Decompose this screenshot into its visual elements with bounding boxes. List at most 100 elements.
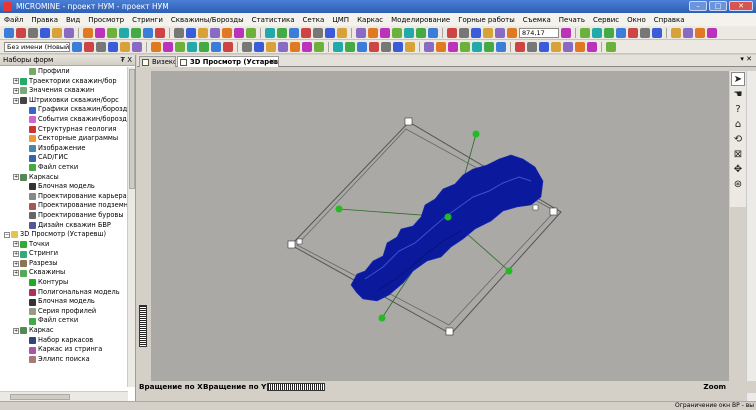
center-handle[interactable]	[444, 213, 452, 221]
menu-item[interactable]: Статистика	[252, 16, 295, 24]
toolbar-button-icon[interactable]	[175, 41, 185, 52]
toolbar-button-icon[interactable]	[380, 27, 390, 38]
toolbar-button-icon[interactable]	[606, 41, 616, 52]
menu-item[interactable]: Просмотр	[88, 16, 124, 24]
3d-scene[interactable]	[151, 71, 729, 381]
tree-expander-icon[interactable]: +	[13, 327, 19, 334]
tree-item[interactable]: Контуры	[0, 278, 128, 288]
toolbar-button-icon[interactable]	[551, 41, 561, 52]
toolbar-button-icon[interactable]	[472, 41, 482, 52]
toolbar-button-icon[interactable]	[301, 27, 311, 38]
toolbar-button-icon[interactable]	[234, 27, 244, 38]
tree-expander-icon[interactable]: +	[13, 260, 19, 267]
tree-item[interactable]: + Каркас	[0, 326, 128, 336]
tree-item[interactable]: Графики скважин/борозд	[0, 105, 128, 115]
toolbar-button-icon[interactable]	[120, 41, 130, 52]
toolbar-button-icon[interactable]	[72, 41, 82, 52]
tab-close-icon[interactable]: ✕	[269, 57, 275, 67]
toolbar-button-icon[interactable]	[107, 27, 117, 38]
tree-item[interactable]: + Скважины	[0, 268, 128, 278]
close-all-icon[interactable]: ▾ ✕	[740, 55, 752, 63]
toolbar-button-icon[interactable]	[483, 27, 493, 38]
tree-item[interactable]: Эллипс поиска	[0, 355, 128, 365]
tree-item[interactable]: + Траектории скважин/бор	[0, 77, 128, 87]
toolbar-button-icon[interactable]	[369, 41, 379, 52]
tree-item[interactable]: Набор каркасов	[0, 336, 128, 346]
tree-expander-icon[interactable]: +	[13, 78, 19, 85]
menu-item[interactable]: ЦМП	[332, 16, 349, 24]
tree-vertical-scrollbar[interactable]	[127, 67, 135, 387]
tree-item[interactable]: Проектирование подземн	[0, 201, 128, 211]
orbit-icon[interactable]: ⊛	[731, 177, 745, 191]
toolbar-button-icon[interactable]	[563, 41, 573, 52]
toolbar-button-icon[interactable]	[174, 27, 184, 38]
tree-item[interactable]: CAD/ГИС	[0, 153, 128, 163]
vertical-rotation-control[interactable]	[139, 305, 147, 347]
tree-item[interactable]: Файл сетки	[0, 316, 128, 326]
corner-handle[interactable]	[445, 327, 454, 336]
toolbar-button-icon[interactable]	[495, 27, 505, 38]
tree-item[interactable]: − 3D Просмотр (Устаревш)	[0, 230, 128, 240]
rotation-handle[interactable]	[378, 314, 386, 322]
rotate-view-icon[interactable]: ⟲	[731, 132, 745, 146]
toolbar-button-icon[interactable]	[199, 41, 209, 52]
tree-item[interactable]: Каркас из стринга	[0, 345, 128, 355]
toolbar-button-icon[interactable]	[652, 27, 662, 38]
toolbar-button-icon[interactable]	[302, 41, 312, 52]
move-cross-icon[interactable]: ✥	[731, 162, 745, 176]
toolbar-button-icon[interactable]	[447, 27, 457, 38]
toolbar-button-icon[interactable]	[222, 27, 232, 38]
toolbar-button-icon[interactable]	[163, 41, 173, 52]
toolbar-button-icon[interactable]	[587, 41, 597, 52]
corner-handle[interactable]	[532, 204, 539, 211]
toolbar-button-icon[interactable]	[592, 27, 602, 38]
tree-item[interactable]: Проектирование карьера	[0, 192, 128, 202]
orebody-model[interactable]	[350, 154, 544, 302]
tree-item[interactable]: Серия профилей	[0, 307, 128, 317]
help-query-icon[interactable]: ?	[731, 102, 745, 116]
toolbar-button-icon[interactable]	[211, 41, 221, 52]
tree-horizontal-scrollbar[interactable]	[0, 391, 128, 401]
toolbar-button-icon[interactable]	[337, 27, 347, 38]
select-arrow-icon[interactable]: ➤	[731, 72, 745, 86]
toolbar-button-icon[interactable]	[671, 27, 681, 38]
corner-handle[interactable]	[404, 117, 413, 126]
menu-item[interactable]: Файл	[4, 16, 23, 24]
tree-expander-icon[interactable]: +	[13, 270, 19, 277]
tree-item[interactable]: Профили	[0, 67, 128, 77]
toolbar-button-icon[interactable]	[333, 41, 343, 52]
menu-item[interactable]: Скважины/Борозды	[171, 16, 244, 24]
home-view-icon[interactable]: ⌂	[731, 117, 745, 131]
tree-expander-icon[interactable]: +	[13, 87, 19, 94]
tree-item[interactable]: Файл сетки	[0, 163, 128, 173]
toolbar-button-icon[interactable]	[119, 27, 129, 38]
tree-expander-icon[interactable]: +	[13, 241, 19, 248]
menu-item[interactable]: Горные работы	[458, 16, 515, 24]
toolbar-button-icon[interactable]	[507, 27, 517, 38]
tree-expander-icon[interactable]: +	[13, 174, 19, 181]
toolbar-button-icon[interactable]	[640, 27, 650, 38]
toolbar-button-icon[interactable]	[52, 27, 62, 38]
toolbar-button-icon[interactable]	[561, 27, 571, 38]
tree-expander-icon[interactable]: −	[4, 231, 10, 238]
tree-item[interactable]: Дизайн скважин БВР	[0, 221, 128, 231]
tree-item[interactable]: + Каркасы	[0, 173, 128, 183]
toolbar-button-icon[interactable]	[604, 27, 614, 38]
close-button[interactable]: ✕	[729, 1, 753, 11]
toolbar-button-icon[interactable]	[277, 27, 287, 38]
toolbar-button-icon[interactable]	[254, 41, 264, 52]
toolbar-button-icon[interactable]	[436, 41, 446, 52]
rotation-handle[interactable]	[505, 267, 513, 275]
toolbar-button-icon[interactable]	[278, 41, 288, 52]
toolbar-button-icon[interactable]	[381, 41, 391, 52]
corner-handle[interactable]	[549, 207, 558, 216]
toolbar-button-icon[interactable]	[325, 27, 335, 38]
corner-handle[interactable]	[287, 240, 296, 249]
toolbar-button-icon[interactable]	[132, 41, 142, 52]
toolbar-button-icon[interactable]	[187, 41, 197, 52]
toolbar-button-icon[interactable]	[314, 41, 324, 52]
tree-item[interactable]: + Штриховки скважин/борс	[0, 96, 128, 106]
toolbar-button-icon[interactable]	[4, 27, 14, 38]
tree-item[interactable]: Блочная модель	[0, 182, 128, 192]
toolbar-button-icon[interactable]	[393, 41, 403, 52]
